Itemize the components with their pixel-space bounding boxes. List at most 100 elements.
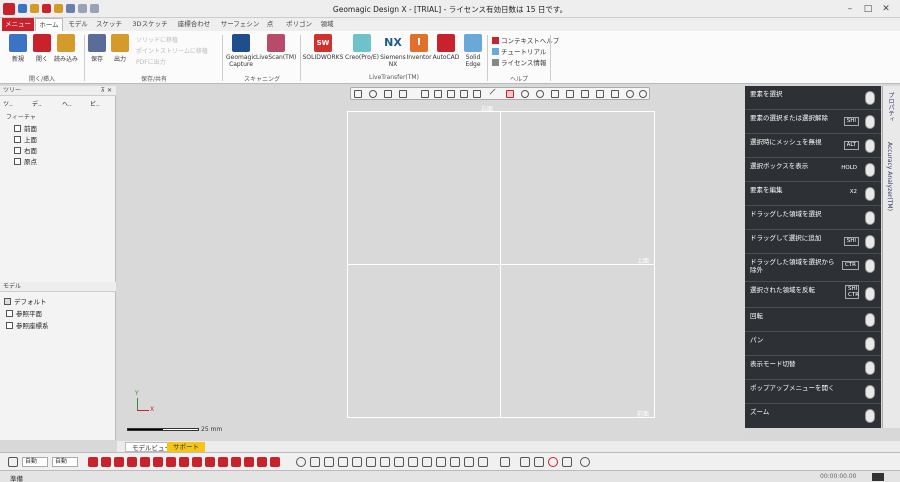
creo-button[interactable]: Creo(Pro/E) [344,34,380,61]
hand-icon[interactable] [626,90,634,98]
view-tool-icon[interactable] [464,457,474,467]
view-tool-icon[interactable] [352,457,362,467]
tab-sketch[interactable]: スケッチ [94,18,124,31]
tree-tab-tree[interactable]: ツ.. [3,99,13,108]
view-tool-icon[interactable] [500,457,510,467]
top-view-icon[interactable] [460,90,468,98]
tab-home[interactable]: ホーム [35,18,63,31]
tree-item-top[interactable]: 上面 [14,134,37,144]
solid-edge-button[interactable]: Solid Edge [462,34,484,68]
view-tool-icon[interactable] [478,457,488,467]
siemens-nx-button[interactable]: NX Siemens NX [380,34,406,68]
select-mode-icon[interactable] [8,457,18,467]
front-view-icon[interactable] [434,90,442,98]
tab-region[interactable]: 領域 [318,18,336,31]
filter-combo-2[interactable]: 自動 [52,457,78,467]
view-tool-icon[interactable] [580,457,590,467]
maximize-button[interactable]: □ [860,3,876,15]
extend-select-icon[interactable] [581,90,589,98]
select-tool-icon[interactable] [218,457,228,467]
eye-icon[interactable] [639,90,647,98]
tab-point[interactable]: 点 [264,18,276,31]
tab-properties[interactable]: プロパティ [886,92,895,122]
right-view-icon[interactable] [473,90,481,98]
import-button[interactable]: 読み込み [53,34,79,63]
select-tool-icon[interactable] [257,457,267,467]
polyline-select-icon[interactable] [536,90,544,98]
tree-tab-help[interactable]: ヘ.. [62,99,72,108]
view-tool-icon[interactable] [380,457,390,467]
tab-surfacing[interactable]: サーフェシング [218,18,262,41]
view-tool-icon[interactable] [534,457,544,467]
smart-select-icon[interactable] [611,90,619,98]
select-tool-icon[interactable] [114,457,124,467]
export-button[interactable]: 出力 [110,34,130,63]
view-tool-icon[interactable] [436,457,446,467]
view-tool-icon[interactable] [562,457,572,467]
select-tool-icon[interactable] [140,457,150,467]
view-tool-icon[interactable] [324,457,334,467]
circle-select-icon[interactable] [521,90,529,98]
tab-model[interactable]: モデル [66,18,90,31]
render-mode-icon[interactable] [369,90,377,98]
select-tool-icon[interactable] [127,457,137,467]
new-button[interactable]: 新規 [6,34,30,63]
select-tool-icon[interactable] [192,457,202,467]
tab-3d-sketch[interactable]: 3Dスケッチ [128,18,172,31]
select-tool-icon[interactable] [244,457,254,467]
tree-item-origin[interactable]: 原点 [14,156,37,166]
select-tool-icon[interactable] [179,457,189,467]
view-tool-icon[interactable] [296,457,306,467]
livescan-button[interactable]: LiveScan(TM) [256,34,296,61]
open-button[interactable]: 開く [31,34,53,63]
tab-accuracy-analyzer[interactable]: Accuracy Analyzer(TM) [886,142,893,211]
tab-polygon[interactable]: ポリゴン [284,18,314,31]
minimize-button[interactable]: – [842,3,858,15]
select-tool-icon[interactable] [270,457,280,467]
select-tool-icon[interactable] [166,457,176,467]
line-select-icon[interactable] [489,88,501,100]
filter-combo-1[interactable]: 自動 [22,457,48,467]
view-tool-icon[interactable] [548,457,558,467]
save-button[interactable]: 保存 [87,34,107,63]
view-tool-icon[interactable] [520,457,530,467]
pin-close-icon[interactable]: ⊼ ✕ [101,86,112,96]
tree-tab-display[interactable]: デ.. [32,99,42,108]
view-tool-icon[interactable] [394,457,404,467]
tree-tab-view[interactable]: ビ.. [90,99,100,108]
select-tool-icon[interactable] [231,457,241,467]
display-icon[interactable] [399,90,407,98]
select-tool-icon[interactable] [205,457,215,467]
tab-menu[interactable]: メニュー [2,18,34,31]
tree-item-front[interactable]: 前面 [14,123,37,133]
tree-item-ref-coords[interactable]: 参照座標系 [6,320,49,330]
view-tool-icon[interactable] [422,457,432,467]
view-tool-icon[interactable] [310,457,320,467]
view-tool-icon[interactable] [338,457,348,467]
tree-item-right[interactable]: 右面 [14,145,37,155]
solidworks-button[interactable]: SW SOLIDWORKS [302,34,344,61]
back-view-icon[interactable] [447,90,455,98]
select-tool-icon[interactable] [153,457,163,467]
pencil-icon[interactable] [596,90,604,98]
select-tool-icon[interactable] [88,457,98,467]
license-info-item[interactable]: ライセンス情報 [492,57,546,67]
tab-support[interactable]: サポート [167,442,205,452]
geomagic-capture-button[interactable]: Geomagic Capture [226,34,256,68]
inventor-button[interactable]: I Inventor [406,34,432,61]
autocad-button[interactable]: AutoCAD [432,34,460,61]
view-tool-icon[interactable] [408,457,418,467]
tab-alignment[interactable]: 座標合わせ [174,18,214,31]
selection-filter-icon[interactable] [384,90,392,98]
rect-select-icon[interactable] [506,90,514,98]
tutorial-item[interactable]: チュートリアル [492,46,546,56]
view-tool-icon[interactable] [450,457,460,467]
view-mode-icon[interactable] [354,90,362,98]
lasso-select-icon[interactable] [551,90,559,98]
iso-view-icon[interactable] [421,90,429,98]
select-tool-icon[interactable] [101,457,111,467]
tree-item-default[interactable]: デフォルト [4,296,47,306]
view-tool-icon[interactable] [366,457,376,467]
tree-item-ref-planes[interactable]: 参照平面 [6,308,42,318]
close-button[interactable]: ✕ [878,3,894,15]
